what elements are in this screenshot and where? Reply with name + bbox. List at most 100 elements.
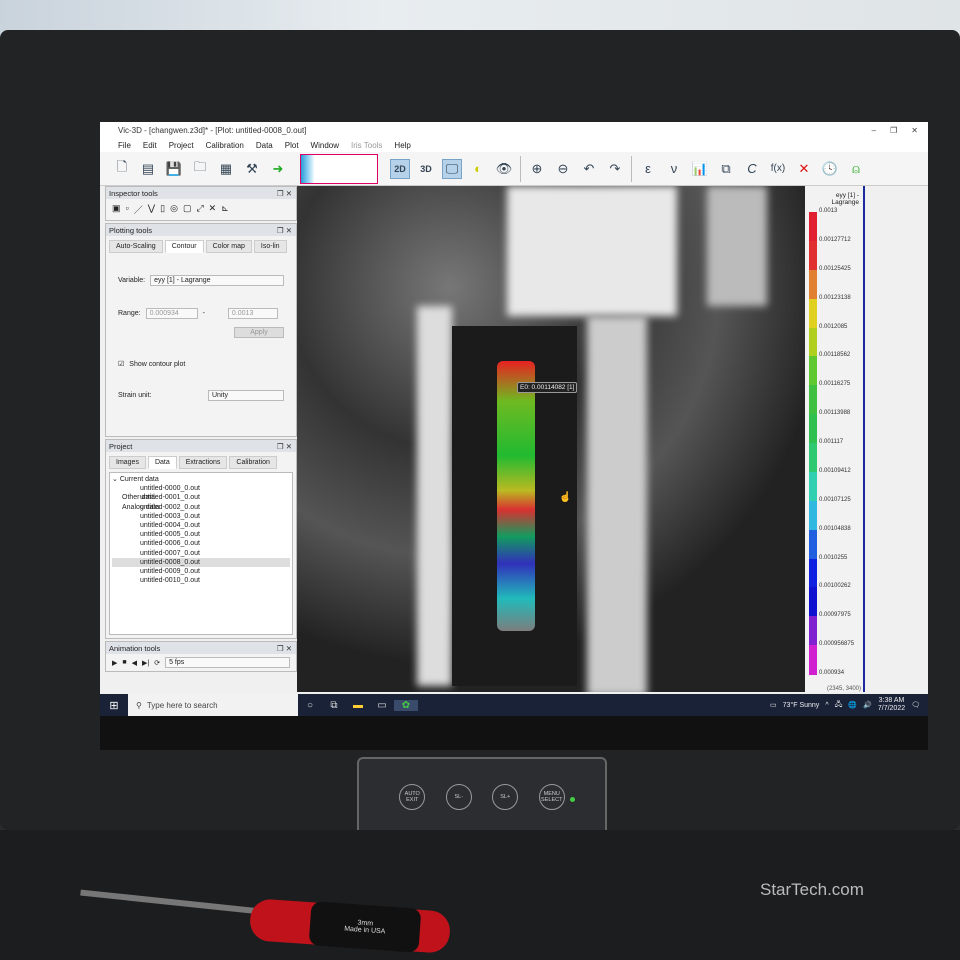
- extensometer-icon[interactable]: ⤢: [196, 203, 203, 216]
- menu-help[interactable]: Help: [394, 141, 410, 150]
- circle-tool-icon[interactable]: ◎: [170, 203, 178, 216]
- show-contour-checkbox[interactable]: ☑: [118, 360, 124, 368]
- redo-icon[interactable]: ↷: [605, 159, 625, 179]
- menu-edit[interactable]: Edit: [143, 141, 157, 150]
- tab-iso-lines[interactable]: Iso-lin: [253, 240, 287, 253]
- menu-calibration[interactable]: Calibration: [206, 141, 244, 150]
- menu-project[interactable]: Project: [169, 141, 194, 150]
- tree-node-current-data[interactable]: ⌄ Current data: [112, 475, 290, 484]
- close-button[interactable]: ✕: [911, 126, 918, 135]
- tree-file-item[interactable]: untitled-0000_0.out: [112, 484, 290, 493]
- variable-select[interactable]: eyy [1] - Lagrange: [150, 275, 284, 286]
- chart-icon[interactable]: 📊: [690, 159, 710, 179]
- tab-auto-scaling[interactable]: Auto-Scaling: [109, 240, 163, 253]
- histogram-preview[interactable]: [300, 153, 378, 184]
- taskbar-search[interactable]: ⚲ Type here to search: [128, 694, 298, 716]
- tab-color-map[interactable]: Color map: [205, 240, 252, 253]
- run-arrow-icon[interactable]: ➜: [268, 159, 288, 179]
- clock[interactable]: 3:38 AM 7/7/2022: [878, 697, 905, 713]
- caliper-icon[interactable]: ⚒: [242, 159, 262, 179]
- polyline-tool-icon[interactable]: ⋁: [148, 203, 155, 216]
- tree-file-item[interactable]: untitled-0005_0.out: [112, 530, 290, 539]
- store-icon[interactable]: ▭: [370, 700, 394, 711]
- line-tool-icon[interactable]: ／: [134, 203, 143, 216]
- brightness-down-button[interactable]: SL-: [445, 784, 472, 810]
- play-icon[interactable]: ▶: [112, 659, 117, 667]
- box-tool-icon[interactable]: ▢: [183, 203, 192, 216]
- tree-file-item[interactable]: untitled-0009_0.out: [112, 567, 290, 576]
- menu-window[interactable]: Window: [311, 141, 339, 150]
- close-icon[interactable]: ❐ ✕: [277, 189, 296, 198]
- axis-icon[interactable]: ⊾: [221, 203, 229, 216]
- globe-icon[interactable]: 🌐: [848, 701, 857, 709]
- tree-file-item[interactable]: untitled-0006_0.out: [112, 539, 290, 548]
- task-view-icon[interactable]: ⧉: [322, 700, 346, 711]
- transform-icon[interactable]: ⧉: [716, 159, 736, 179]
- strain-epsilon-button[interactable]: ε: [638, 159, 658, 179]
- tab-contour[interactable]: Contour: [164, 240, 204, 253]
- strain-unit-select[interactable]: Unity: [208, 390, 284, 401]
- select-tool-icon[interactable]: ▣: [112, 203, 121, 216]
- menu-file[interactable]: File: [118, 141, 131, 150]
- maximize-button[interactable]: ❐: [890, 126, 897, 135]
- save-icon[interactable]: 💾: [164, 159, 184, 179]
- weather-text[interactable]: 73°F Sunny: [783, 702, 820, 709]
- tab-images[interactable]: Images: [109, 456, 146, 469]
- loop-icon[interactable]: ⟳: [154, 659, 160, 667]
- poisson-nu-button[interactable]: ν: [664, 159, 684, 179]
- tab-data[interactable]: Data: [147, 456, 177, 469]
- function-button[interactable]: f(x): [768, 159, 788, 179]
- view-2d-button[interactable]: 2D: [390, 158, 410, 179]
- vic3d-app-icon[interactable]: ✿: [394, 699, 418, 711]
- new-file-icon[interactable]: 🗋: [112, 159, 132, 179]
- tree-file-item[interactable]: untitled-0003_0.out: [112, 512, 290, 521]
- person-icon[interactable]: ⍝: [846, 159, 866, 179]
- plot-view[interactable]: E0: 0.00114082 [1] ☝: [297, 186, 805, 692]
- tree-file-item[interactable]: untitled-0008_0.out: [112, 557, 290, 567]
- menu-iris-tools[interactable]: Iris Tools: [351, 141, 382, 150]
- eye-icon[interactable]: 👁: [494, 159, 514, 179]
- target-icon[interactable]: ◐: [468, 159, 488, 179]
- tree-file-item[interactable]: untitled-0010_0.out: [112, 576, 290, 585]
- clear-icon[interactable]: ✕: [209, 203, 217, 216]
- menu-data[interactable]: Data: [256, 141, 273, 150]
- tree-file-item[interactable]: untitled-0004_0.out: [112, 521, 290, 530]
- folder-icon[interactable]: 🗀: [190, 159, 210, 179]
- auto-exit-button[interactable]: AUTO EXIT: [399, 784, 426, 810]
- undo-icon[interactable]: ↶: [579, 159, 599, 179]
- apply-button[interactable]: Apply: [234, 327, 284, 338]
- file-explorer-icon[interactable]: ▬: [346, 700, 370, 711]
- open-project-icon[interactable]: ▤: [138, 159, 158, 179]
- menu-plot[interactable]: Plot: [285, 141, 299, 150]
- rect-tool-icon[interactable]: ▯: [160, 203, 165, 216]
- volume-icon[interactable]: 🔊: [863, 701, 872, 709]
- close-icon[interactable]: ❐ ✕: [277, 644, 296, 653]
- tray-chevron-icon[interactable]: ^: [825, 702, 828, 709]
- minimize-button[interactable]: –: [872, 126, 876, 135]
- fps-spinbox[interactable]: 5 fps: [165, 657, 290, 668]
- view-3d-button[interactable]: 3D: [416, 159, 436, 179]
- tab-extractions[interactable]: Extractions: [178, 456, 228, 469]
- stop-icon[interactable]: ■: [122, 659, 126, 666]
- c-button[interactable]: C: [742, 159, 762, 179]
- brightness-up-button[interactable]: SL+: [492, 784, 519, 810]
- range-min-input[interactable]: 0.000934: [145, 308, 198, 319]
- zoom-in-icon[interactable]: ⊕: [527, 159, 547, 179]
- step-back-icon[interactable]: ◀: [132, 659, 137, 667]
- step-forward-icon[interactable]: ▶|: [142, 659, 149, 667]
- close-icon[interactable]: ❐ ✕: [277, 442, 296, 451]
- tree-file-item[interactable]: untitled-0007_0.out: [112, 549, 290, 558]
- windows-start-icon[interactable]: ⊞: [100, 699, 128, 712]
- delete-icon[interactable]: ✕: [794, 159, 814, 179]
- range-max-input[interactable]: 0.0013: [227, 308, 278, 319]
- close-icon[interactable]: ❐ ✕: [277, 226, 296, 235]
- zoom-out-icon[interactable]: ⊖: [553, 159, 573, 179]
- tree-node-other-data[interactable]: Other data: [112, 493, 290, 502]
- weather-icon[interactable]: ▭: [770, 701, 777, 709]
- tree-node-analog-data[interactable]: Analog data: [112, 503, 290, 512]
- table-icon[interactable]: ▦: [216, 159, 236, 179]
- point-tool-icon[interactable]: ▫: [126, 203, 129, 216]
- network-icon[interactable]: 🖧: [835, 700, 843, 711]
- tab-calibration[interactable]: Calibration: [229, 456, 277, 469]
- notifications-icon[interactable]: 🗨: [911, 701, 920, 709]
